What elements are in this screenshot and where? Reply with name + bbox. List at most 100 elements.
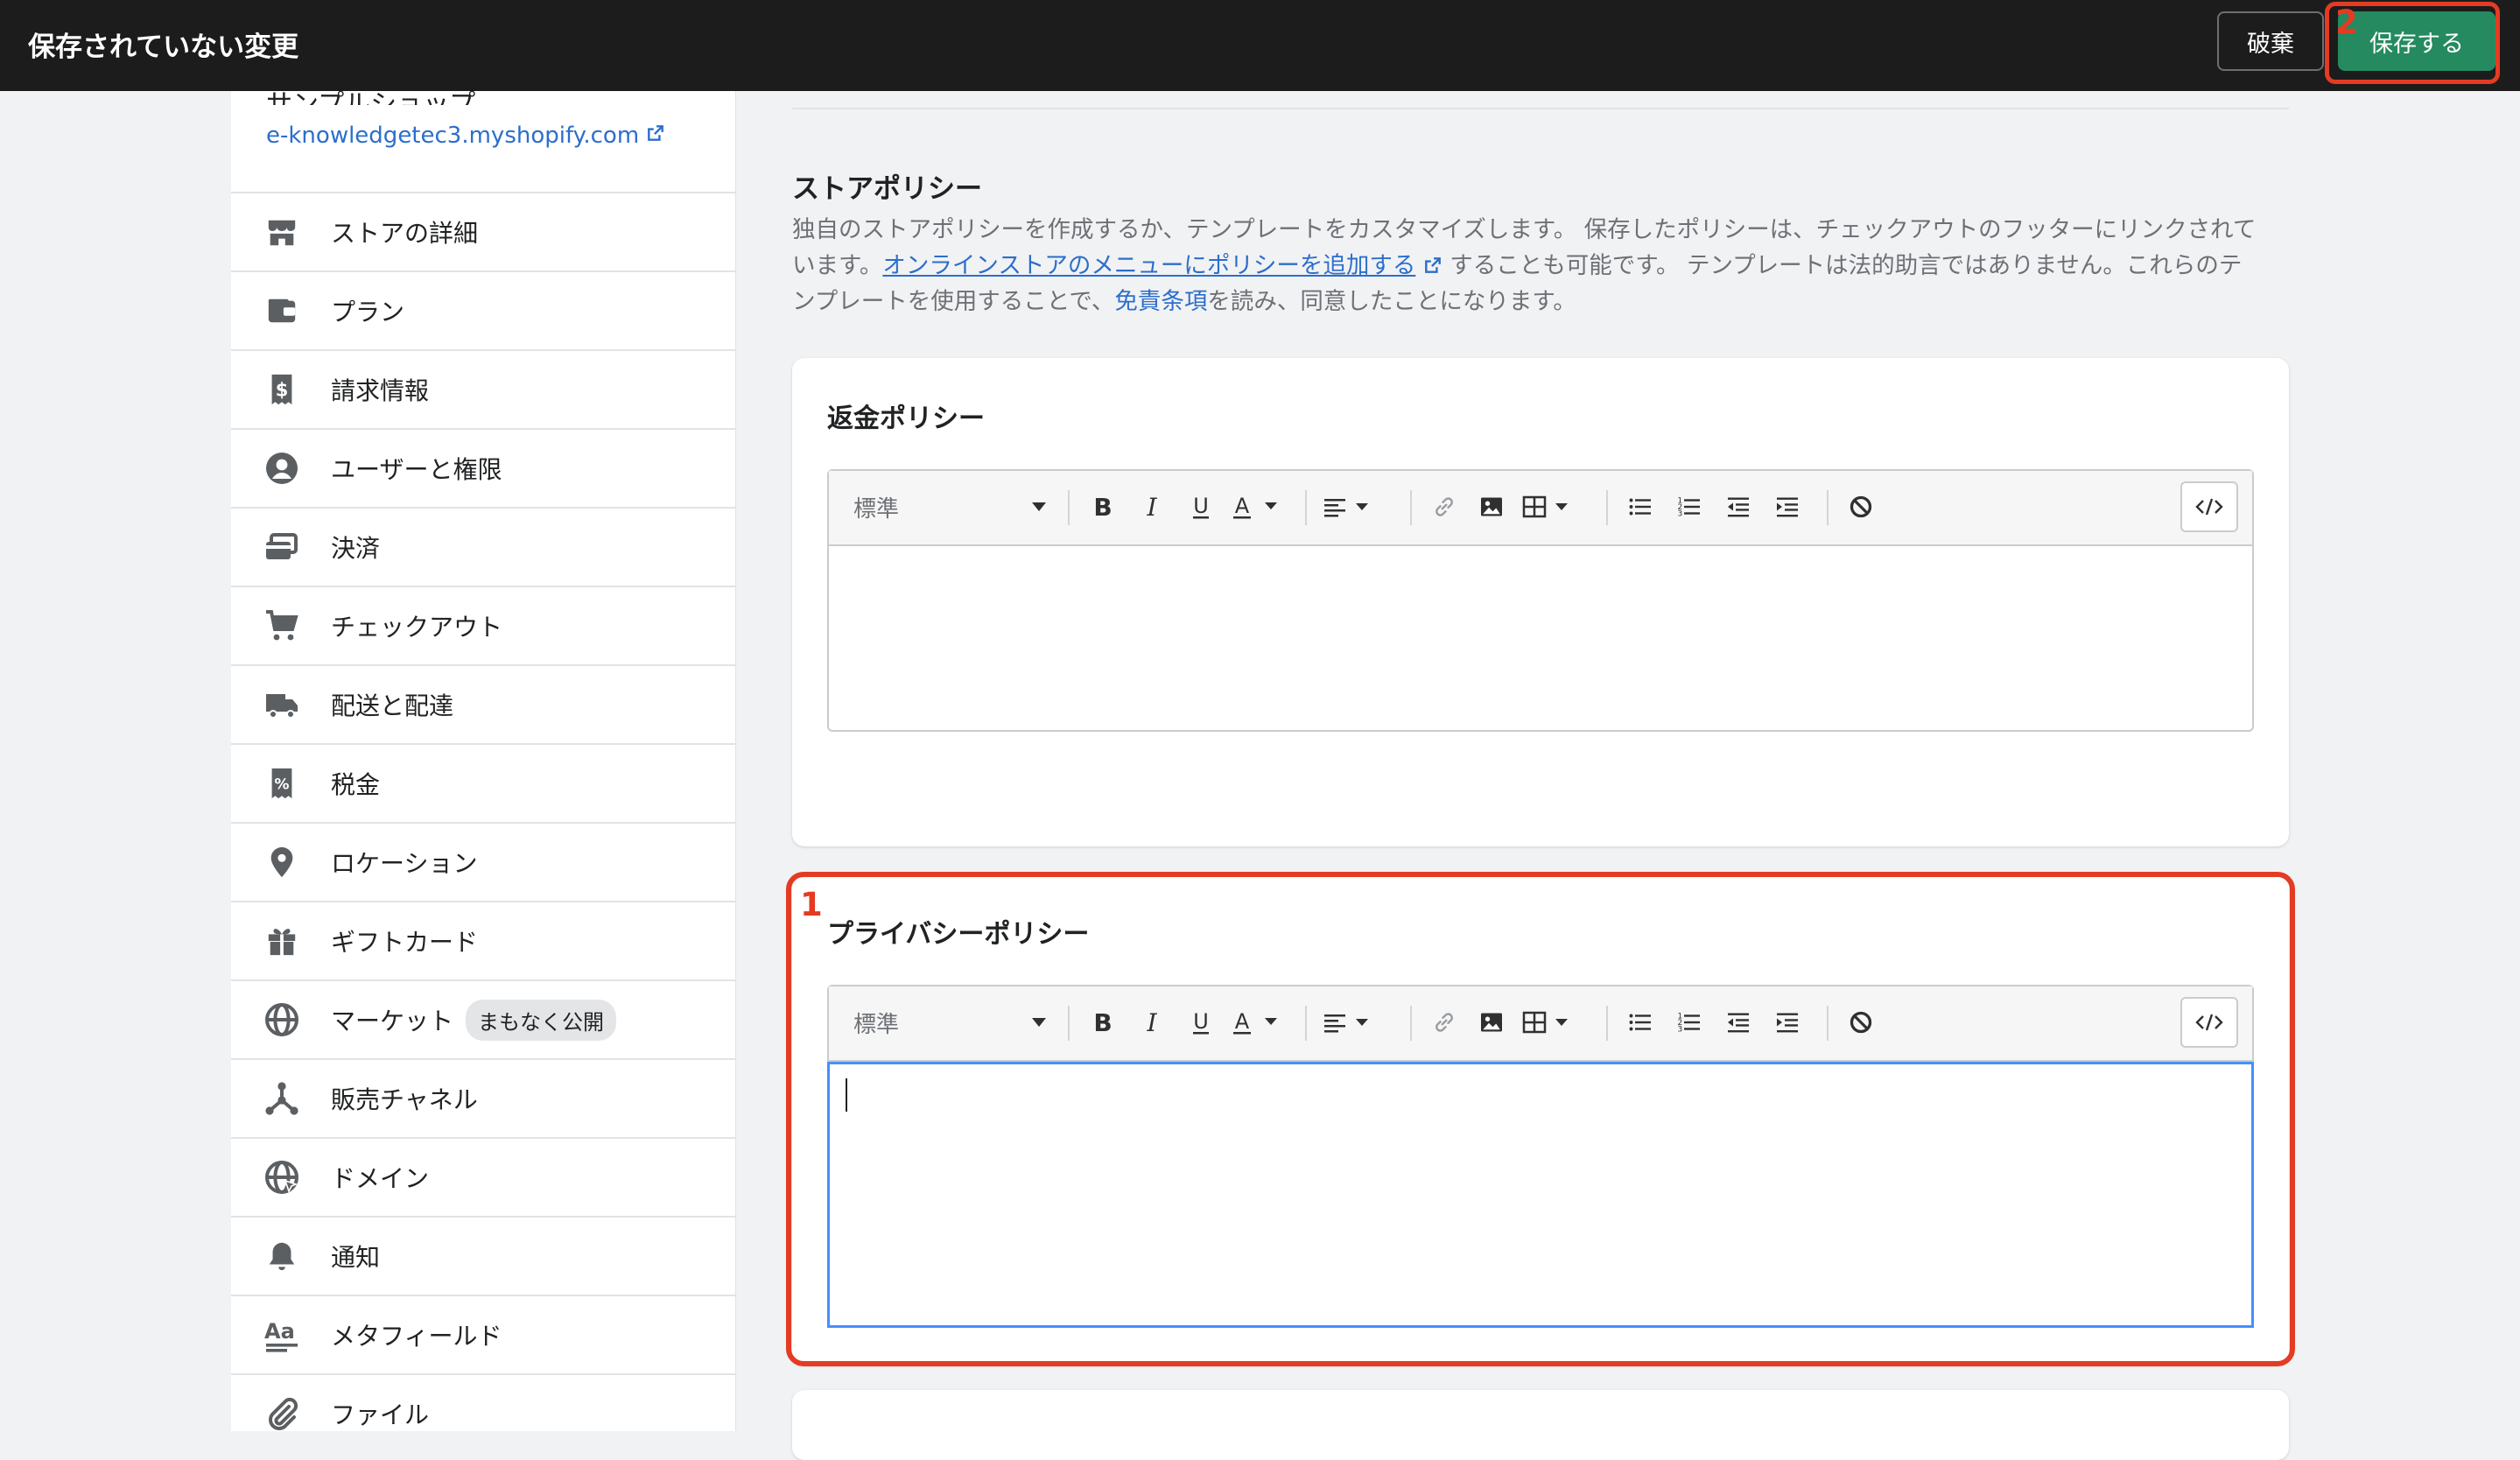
editor-toolbar: 標準 B I U A 123 (829, 471, 2252, 546)
sidebar-item-shipping[interactable]: 配送と配達 (231, 664, 735, 743)
sidebar-item-users[interactable]: ユーザーと権限 (231, 428, 735, 507)
sidebar-item-store-details[interactable]: ストアの詳細 (231, 192, 735, 270)
store-url-link[interactable]: e-knowledgetec3.myshopify.com (266, 123, 665, 149)
svg-text:U: U (1193, 1009, 1209, 1034)
clear-formatting-button[interactable] (1841, 1002, 1881, 1042)
outdent-icon (1728, 497, 1749, 517)
cart-icon (264, 608, 299, 643)
sidebar-item-billing[interactable]: $ 請求情報 (231, 349, 735, 428)
code-icon (2195, 1014, 2223, 1031)
privacy-policy-text-area[interactable] (827, 1062, 2254, 1328)
location-icon (264, 845, 299, 880)
sidebar-item-label: ファイル (331, 1400, 430, 1429)
table-button[interactable] (1519, 1002, 1580, 1042)
table-button[interactable] (1519, 487, 1580, 527)
numbered-list-button[interactable]: 123 (1669, 1002, 1709, 1042)
sidebar-item-metafields[interactable]: Aa メタフィールド (231, 1295, 735, 1373)
indent-button[interactable] (1767, 487, 1808, 527)
numbered-list-button[interactable]: 123 (1669, 487, 1709, 527)
indent-icon (1777, 497, 1798, 517)
italic-button[interactable]: I (1132, 487, 1172, 527)
text-style-value: 標準 (853, 1011, 900, 1038)
store-icon (264, 214, 299, 249)
html-code-button[interactable] (2180, 481, 2238, 532)
svg-text:3: 3 (1678, 1026, 1683, 1035)
tax-icon: % (264, 766, 299, 801)
sidebar-item-sales-channels[interactable]: 販売チャネル (231, 1058, 735, 1137)
editor-toolbar: 標準 B I U A 123 (829, 986, 2252, 1062)
sidebar-item-label: ギフトカード (331, 928, 479, 957)
text-color-button[interactable]: A (1228, 1002, 1289, 1042)
store-url-text: e-knowledgetec3.myshopify.com (266, 123, 640, 149)
text-style-select[interactable]: 標準 (853, 487, 1046, 527)
indent-button[interactable] (1767, 1002, 1808, 1042)
top-bar: 保存されていない変更 破棄 保存する (0, 0, 2520, 91)
discard-button[interactable]: 破棄 (2217, 11, 2324, 71)
link-icon (1435, 1013, 1453, 1032)
bell-icon (264, 1239, 299, 1274)
sidebar-item-label: 税金 (331, 770, 381, 799)
bulleted-list-button[interactable] (1620, 487, 1660, 527)
svg-text:3: 3 (1678, 510, 1683, 519)
toolbar-separator (1068, 490, 1070, 525)
step-1-marker: 1 (800, 886, 823, 923)
svg-text:B: B (1093, 1010, 1112, 1035)
sidebar-item-files[interactable]: ファイル (231, 1373, 735, 1452)
sidebar-item-markets[interactable]: マーケット まもなく公開 (231, 979, 735, 1058)
sidebar-item-notifications[interactable]: 通知 (231, 1216, 735, 1295)
bold-button[interactable]: B (1083, 487, 1123, 527)
sidebar-item-label: マーケット (331, 1007, 454, 1035)
sidebar-item-label: 配送と配達 (331, 691, 454, 720)
outdent-button[interactable] (1718, 1002, 1758, 1042)
toolbar-separator (1068, 1006, 1070, 1041)
outdent-icon (1728, 1013, 1749, 1033)
align-button[interactable] (1319, 1002, 1380, 1042)
toolbar-separator (1827, 1006, 1829, 1041)
sidebar-item-plan[interactable]: プラン (231, 270, 735, 349)
underline-button[interactable]: U (1181, 1002, 1221, 1042)
sidebar-item-locations[interactable]: ロケーション (231, 822, 735, 901)
sidebar-item-label: チェックアウト (331, 613, 503, 642)
link-button[interactable] (1424, 487, 1464, 527)
image-button[interactable] (1471, 487, 1512, 527)
bulleted-list-button[interactable] (1620, 1002, 1660, 1042)
link-button[interactable] (1424, 1002, 1464, 1042)
sidebar-item-domains[interactable]: ドメイン (231, 1137, 735, 1216)
outdent-button[interactable] (1718, 487, 1758, 527)
sidebar-item-checkout[interactable]: チェックアウト (231, 586, 735, 664)
toolbar-separator (1305, 490, 1307, 525)
bold-icon: B (1093, 1010, 1112, 1035)
clear-formatting-button[interactable] (1841, 487, 1881, 527)
italic-button[interactable]: I (1132, 1002, 1172, 1042)
bold-button[interactable]: B (1083, 1002, 1123, 1042)
image-button[interactable] (1471, 1002, 1512, 1042)
add-policy-to-menu-link[interactable]: オンラインストアのメニューにポリシーを追加する (882, 252, 1415, 279)
text-color-button[interactable]: A (1228, 487, 1289, 527)
svg-text:I: I (1146, 495, 1157, 519)
sidebar-item-label: 通知 (331, 1243, 381, 1272)
sidebar-item-gift-cards[interactable]: ギフトカード (231, 901, 735, 979)
truck-icon (264, 687, 299, 722)
text-color-icon: A (1233, 494, 1277, 519)
sidebar-item-taxes[interactable]: % 税金 (231, 743, 735, 822)
section-divider (792, 108, 2289, 109)
disclaimer-link[interactable]: 免責条項 (1114, 288, 1207, 315)
bold-icon: B (1093, 495, 1112, 519)
paperclip-icon (264, 1396, 299, 1431)
sidebar-item-payments[interactable]: 決済 (231, 507, 735, 586)
html-code-button[interactable] (2180, 997, 2238, 1048)
external-link-icon (646, 123, 665, 149)
toolbar-separator (1410, 1006, 1412, 1041)
refund-policy-text-area[interactable] (829, 546, 2252, 730)
underline-button[interactable]: U (1181, 487, 1221, 527)
caret-down-icon (1032, 1018, 1046, 1027)
text-style-value: 標準 (853, 495, 900, 523)
align-button[interactable] (1319, 487, 1380, 527)
svg-text:$: $ (276, 380, 289, 401)
clear-formatting-icon (1850, 1011, 1872, 1034)
text-style-select[interactable]: 標準 (853, 1002, 1046, 1042)
clear-formatting-icon (1850, 495, 1872, 518)
code-icon (2195, 498, 2223, 516)
domain-icon (264, 1160, 299, 1195)
table-icon (1522, 1011, 1568, 1034)
